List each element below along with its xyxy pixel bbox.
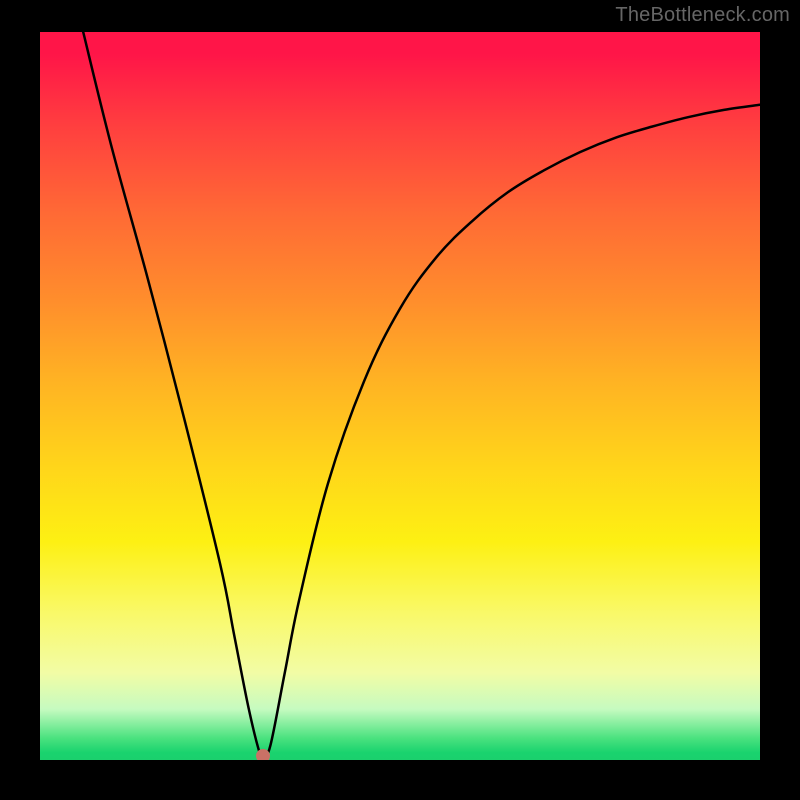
bottleneck-curve-line (83, 32, 760, 758)
watermark-text: TheBottleneck.com (615, 4, 790, 27)
chart-plot-area (40, 32, 760, 760)
chart-marker-dot (256, 749, 270, 760)
chart-curve-svg (40, 32, 760, 760)
